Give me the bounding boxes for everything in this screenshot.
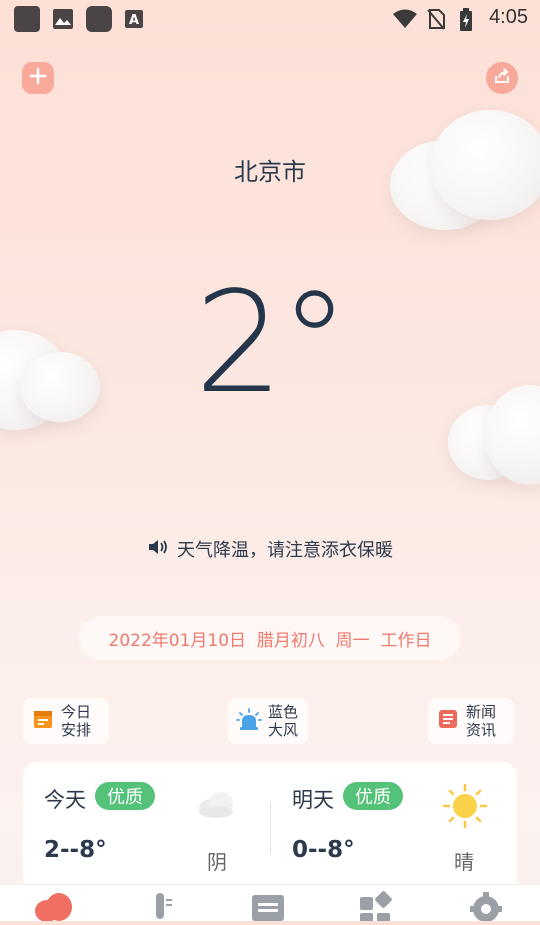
notification-square-icon	[86, 6, 112, 32]
font-icon: A	[124, 9, 144, 33]
status-time: 4:05	[489, 6, 528, 28]
chip-line2: 安排	[61, 721, 92, 739]
tab-temperature[interactable]	[146, 891, 186, 921]
weather-notice[interactable]: 天气降温，请注意添衣保暖	[0, 536, 540, 562]
tab-tools[interactable]	[358, 891, 398, 925]
chip-line1: 今日	[61, 703, 92, 721]
sunny-icon	[441, 782, 489, 834]
plus-icon	[29, 67, 47, 89]
chip-today-schedule[interactable]: 今日 安排	[23, 698, 109, 744]
thermometer-icon	[146, 893, 176, 925]
speaker-icon	[147, 538, 169, 561]
share-icon	[493, 67, 511, 89]
bottom-tab-bar	[0, 884, 540, 925]
forecast-divider	[270, 802, 271, 854]
add-city-button[interactable]	[22, 62, 54, 94]
city-name[interactable]: 北京市	[0, 152, 540, 187]
chip-line1: 蓝色	[268, 703, 299, 721]
tomorrow-condition: 晴	[454, 850, 474, 874]
news-icon	[436, 707, 460, 735]
tab-settings[interactable]	[466, 891, 506, 922]
cloud-icon	[34, 893, 74, 925]
today-temp-range: 2--8°	[44, 837, 107, 863]
grid-icon	[358, 891, 394, 925]
chip-line1: 新闻	[466, 703, 497, 721]
notice-text: 天气降温，请注意添衣保暖	[177, 540, 393, 561]
tab-almanac[interactable]	[250, 891, 290, 921]
chip-news[interactable]: 新闻 资讯	[428, 698, 514, 744]
no-sim-icon	[426, 8, 446, 34]
share-button[interactable]	[486, 62, 518, 94]
svg-text:A: A	[129, 13, 139, 28]
today-condition: 阴	[207, 850, 227, 874]
battery-charging-icon	[458, 8, 474, 36]
wifi-icon	[392, 8, 418, 34]
chip-wind-alert[interactable]: 蓝色 大风	[228, 698, 308, 744]
calendar-icon	[31, 707, 55, 735]
today-label: 今天	[44, 788, 86, 812]
tomorrow-label: 明天	[292, 788, 334, 812]
chip-line2: 大风	[268, 721, 299, 739]
tab-weather[interactable]	[34, 891, 74, 922]
cloudy-icon	[195, 788, 237, 824]
gallery-icon	[52, 8, 74, 34]
status-bar: A 4:05	[0, 0, 540, 38]
tomorrow-quality-badge: 优质	[343, 782, 403, 810]
gear-icon	[466, 892, 506, 925]
forecast-card[interactable]: 今天 优质 2--8° 阴 明天 优质 0--8° 晴	[23, 762, 517, 892]
date-bar[interactable]: 2022年01月10日 腊月初八 周一 工作日	[79, 616, 461, 660]
current-temperature: 2°	[194, 262, 349, 425]
notification-square-icon	[14, 6, 40, 32]
chip-line2: 资讯	[466, 721, 497, 739]
tomorrow-temp-range: 0--8°	[292, 837, 355, 863]
calendar-book-icon	[250, 895, 286, 925]
siren-icon	[236, 707, 262, 735]
date-text: 2022年01月10日 腊月初八 周一 工作日	[108, 630, 432, 651]
today-quality-badge: 优质	[95, 782, 155, 810]
